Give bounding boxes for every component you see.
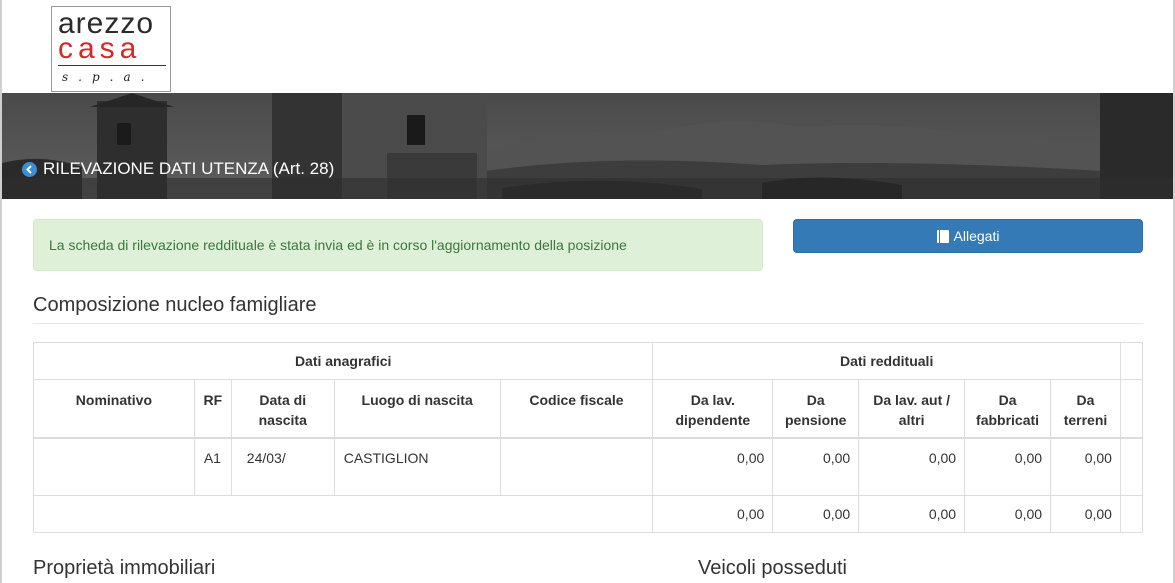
allegati-button-label: Allegati [953,228,1000,244]
arezzo-casa-logo[interactable]: arezzo casa s.p.a. [51,6,171,92]
totals-label-cell [32,495,654,533]
page-title: RILEVAZIONE DATI UTENZA (Art. 28) [20,159,334,179]
page-title-text: RILEVAZIONE DATI UTENZA (Art. 28) [43,159,335,178]
section-title-immobili: Proprietà immobiliari [33,557,216,579]
cell-codice-fiscale [499,437,654,496]
banner-landscape-image [2,93,1173,199]
col-spacer [1119,379,1144,439]
col-codice-fiscale: Codice fiscale [499,379,654,439]
group-header-reddituali: Dati reddituali [652,342,1121,380]
col-rf: RF [193,379,232,439]
cell-data-nascita: 24/03/ [230,437,335,496]
table-totals-row: 0,00 0,00 0,00 0,00 0,00 [32,495,1144,533]
table-header-row: Nominativo RF Data di nascita Luogo di na… [33,379,1144,439]
total-lav-dipendente: 0,00 [652,495,774,533]
book-icon [936,229,949,243]
section-title-nucleo: Composizione nucleo famigliare [33,294,1143,324]
group-header-spacer [1119,342,1144,380]
total-spacer [1119,495,1144,533]
col-lav-dipendente: Da lav. dipendente [652,379,774,439]
cell-pensione: 0,00 [772,437,860,496]
total-fabbricati: 0,00 [964,495,1052,533]
cell-luogo-nascita: CASTIGLION [333,437,501,496]
cell-lav-dipendente: 0,00 [652,437,774,496]
cell-lav-autonomo: 0,00 [858,437,966,496]
back-arrow-icon[interactable] [22,161,37,177]
cell-fabbricati: 0,00 [964,437,1052,496]
total-terreni: 0,00 [1050,495,1121,533]
total-lav-autonomo: 0,00 [858,495,966,533]
col-fabbricati: Da fabbricati [964,379,1052,439]
group-header-anagrafici: Dati anagrafici [32,342,654,380]
cell-terreni: 0,00 [1050,437,1121,496]
cell-nominativo [33,437,195,496]
success-alert-text: La scheda di rilevazione reddituale è st… [49,237,627,253]
nucleo-table: Dati anagrafici Dati reddituali Nominati… [32,342,1144,533]
col-luogo-nascita: Luogo di nascita [333,379,501,439]
cell-spacer [1119,437,1144,496]
table-group-header-row: Dati anagrafici Dati reddituali [32,342,1144,380]
section-title-veicoli: Veicoli posseduti [698,557,847,579]
col-lav-autonomo: Da lav. aut / altri [858,379,966,439]
allegati-button[interactable]: Allegati [793,219,1143,253]
col-data-nascita: Data di nascita [230,379,335,439]
success-alert: La scheda di rilevazione reddituale è st… [33,219,763,271]
logo-line-casa: casa [58,32,142,65]
col-terreni: Da terreni [1050,379,1121,439]
logo-line-spa: s.p.a. [58,65,166,84]
col-nominativo: Nominativo [33,379,195,439]
total-pensione: 0,00 [772,495,860,533]
cell-rf: A1 [193,437,232,496]
table-row[interactable]: A1 24/03/ CASTIGLION 0,00 0,00 0,00 0,00… [33,437,1144,496]
col-pensione: Da pensione [772,379,860,439]
header-banner [2,93,1173,199]
